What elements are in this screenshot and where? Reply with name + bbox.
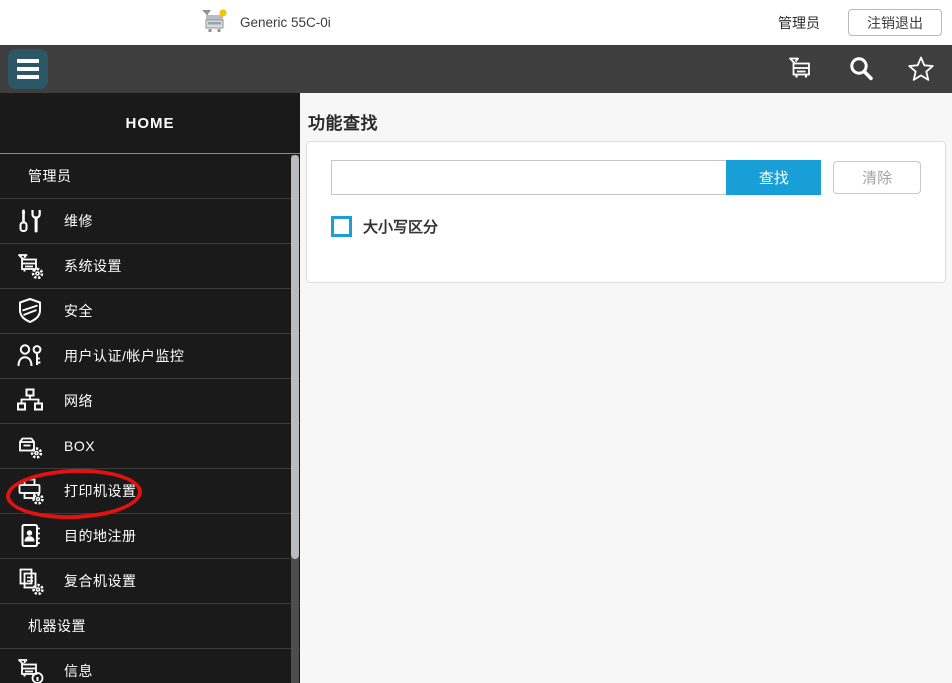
tools-icon — [12, 205, 48, 237]
search-button[interactable]: 查找 — [726, 160, 821, 195]
sidebar-scrollbar[interactable] — [291, 155, 299, 683]
logged-in-user: 管理员 — [778, 13, 820, 33]
page: Generic 55C-0i 管理员 注销退出 — [0, 0, 952, 683]
sidebar-item-8[interactable]: 打印机设置 — [0, 469, 300, 514]
device-brand: Generic 55C-0i — [198, 6, 331, 38]
toolbar — [0, 45, 952, 93]
toolbar-right-icons — [784, 45, 938, 93]
sidebar-item-label: 用户认证/帐户监控 — [64, 346, 184, 366]
main-content: 功能查找 查找 清除 大小写区分 — [300, 93, 952, 683]
sidebar-item-label: BOX — [64, 438, 95, 454]
sidebar-item-label: 网络 — [64, 391, 93, 411]
case-sensitive-checkbox[interactable] — [331, 216, 352, 237]
box-gear-icon — [12, 430, 48, 462]
sidebar-item-3[interactable]: 系统设置 — [0, 244, 300, 289]
top-right-area: 管理员 注销退出 — [778, 0, 942, 45]
search-row: 查找 清除 — [331, 160, 921, 195]
address-book-icon — [12, 520, 48, 552]
scrollbar-thumb[interactable] — [291, 155, 299, 559]
case-sensitive-row: 大小写区分 — [331, 216, 921, 237]
sidebar-item-label: 安全 — [64, 301, 93, 321]
network-icon — [12, 385, 48, 417]
sidebar-item-1[interactable]: 管理员 — [0, 154, 300, 199]
sidebar-item-4[interactable]: 安全 — [0, 289, 300, 334]
sidebar-item-label: 机器设置 — [28, 616, 86, 636]
sidebar-item-label: 复合机设置 — [64, 571, 137, 591]
copier-logo-icon — [198, 6, 230, 38]
function-search-card: 查找 清除 大小写区分 — [306, 141, 946, 283]
sidebar-item-label: 系统设置 — [64, 256, 122, 276]
page-title: 功能查找 — [308, 109, 952, 134]
sidebar-item-5[interactable]: 用户认证/帐户监控 — [0, 334, 300, 379]
copier-icon[interactable] — [784, 52, 818, 86]
shield-icon — [12, 295, 48, 327]
printer-gear-icon — [12, 475, 48, 507]
sidebar-item-2[interactable]: 维修 — [0, 199, 300, 244]
star-icon[interactable] — [904, 52, 938, 86]
copier-gear-icon — [12, 250, 48, 282]
search-input[interactable] — [331, 160, 726, 195]
sidebar-item-9[interactable]: 目的地注册 — [0, 514, 300, 559]
hamburger-menu-button[interactable] — [8, 49, 48, 89]
top-bar: Generic 55C-0i 管理员 注销退出 — [0, 0, 952, 45]
sidebar-item-label: 管理员 — [28, 166, 72, 186]
sidebar-menu: 管理员 维修 系统设置 安全 用户认证/帐户监控 网络 BOX 打印机设置 目的… — [0, 154, 300, 683]
docs-gear-icon — [12, 565, 48, 597]
sidebar-item-6[interactable]: 网络 — [0, 379, 300, 424]
user-key-icon — [12, 340, 48, 372]
logout-button[interactable]: 注销退出 — [848, 9, 942, 36]
sidebar-item-7[interactable]: BOX — [0, 424, 300, 469]
sidebar-home-header[interactable]: HOME — [0, 93, 300, 154]
clear-button[interactable]: 清除 — [833, 161, 921, 194]
sidebar-item-12[interactable]: 信息 — [0, 649, 300, 683]
sidebar-item-label: 目的地注册 — [64, 526, 137, 546]
device-name: Generic 55C-0i — [240, 15, 331, 30]
sidebar-item-11[interactable]: 机器设置 — [0, 604, 300, 649]
copier-info-icon — [12, 655, 48, 683]
hamburger-icon — [17, 59, 39, 63]
sidebar: HOME 管理员 维修 系统设置 安全 用户认证/帐户监控 网络 BOX 打印机… — [0, 93, 300, 683]
search-icon[interactable] — [844, 52, 878, 86]
sidebar-item-label: 打印机设置 — [64, 481, 137, 501]
sidebar-item-label: 维修 — [64, 211, 93, 231]
sidebar-item-10[interactable]: 复合机设置 — [0, 559, 300, 604]
case-sensitive-label: 大小写区分 — [363, 216, 438, 237]
sidebar-item-label: 信息 — [64, 661, 93, 681]
